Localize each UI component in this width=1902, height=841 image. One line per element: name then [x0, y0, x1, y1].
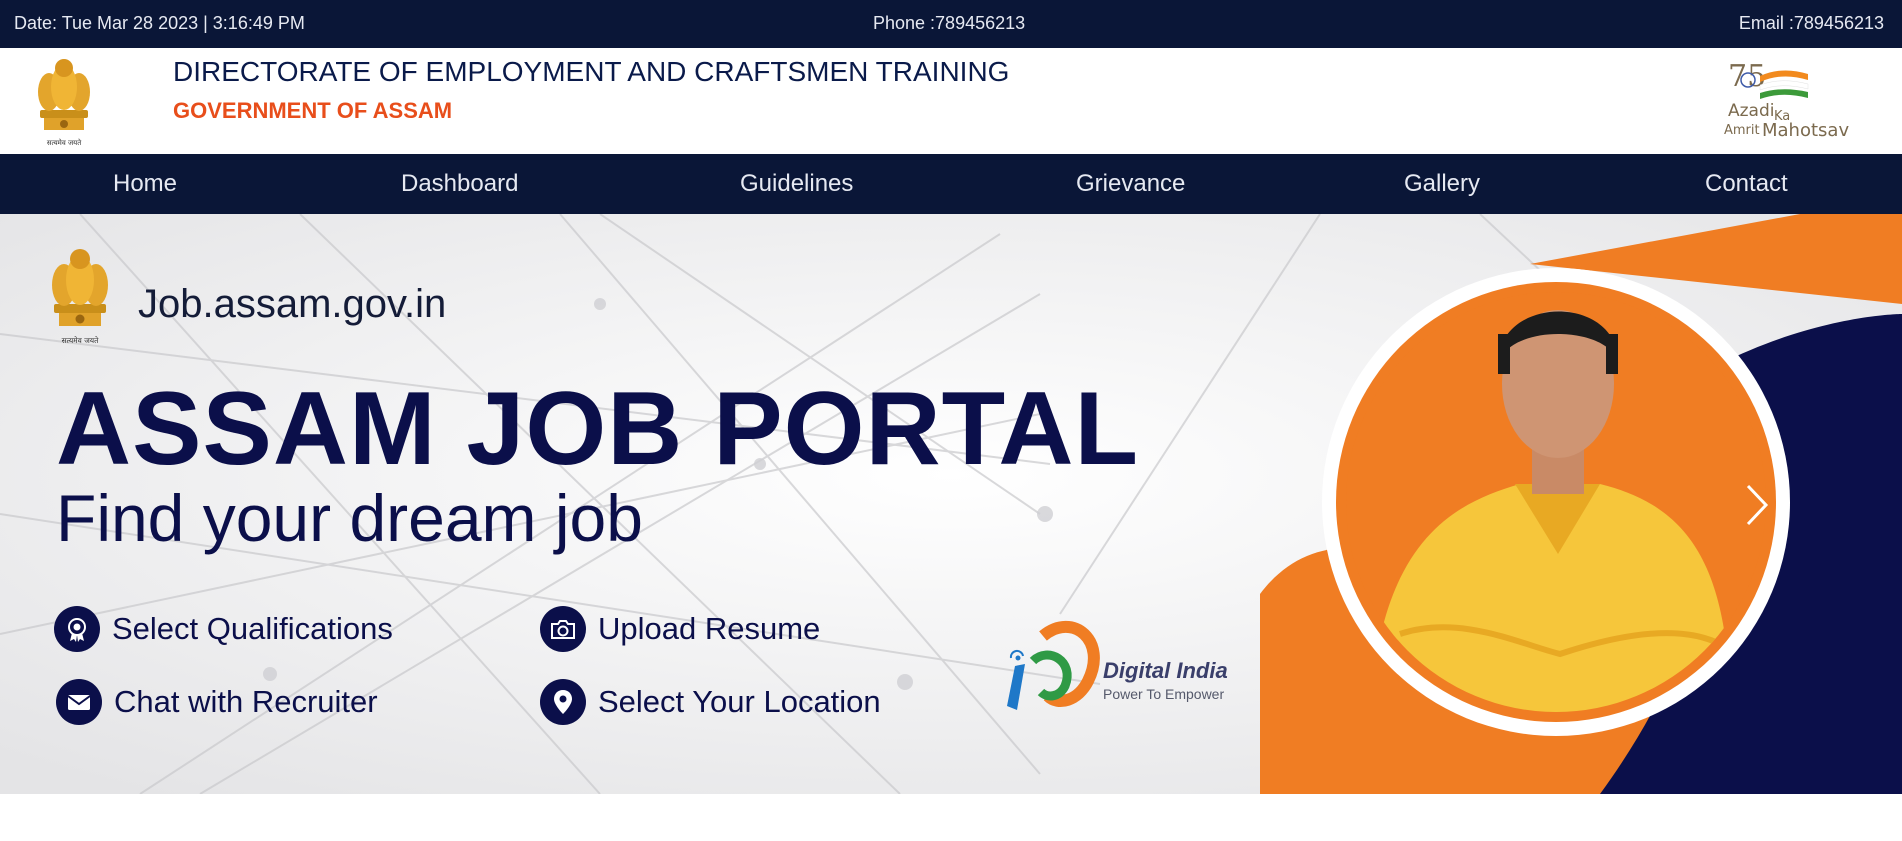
main-navigation: Home Dashboard Guidelines Grievance Gall…	[0, 154, 1902, 214]
hero-banner-slide: सत्यमेव जयते Job.assam.gov.in ASSAM JOB …	[0, 214, 1902, 794]
digital-india-logo: Digital India Power To Empower	[1003, 606, 1233, 726]
top-info-bar: Date: Tue Mar 28 2023 | 3:16:49 PM Phone…	[0, 0, 1902, 48]
banner-emblem-caption: सत्यमेव जयते	[62, 336, 100, 345]
emblem-caption: सत्यमेव जयते	[47, 138, 82, 147]
award-badge-icon	[54, 606, 100, 652]
location-pin-icon	[540, 679, 586, 725]
government-subtitle: GOVERNMENT OF ASSAM	[173, 98, 453, 123]
feature-label: Upload Resume	[598, 611, 821, 646]
nav-dashboard[interactable]: Dashboard	[401, 154, 518, 214]
directorate-title: DIRECTORATE OF EMPLOYMENT AND CRAFTSMEN …	[173, 56, 1010, 87]
feature-upload-resume[interactable]: Upload Resume	[540, 604, 820, 654]
banner-emblem-icon: सत्यमेव जयते	[52, 249, 108, 345]
banner-portrait-graphic	[1260, 214, 1902, 794]
mail-icon	[56, 679, 102, 725]
svg-text:Azadi: Azadi	[1728, 101, 1774, 121]
site-header: सत्यमेव जयते DIRECTORATE OF EMPLOYMENT A…	[0, 48, 1902, 154]
digital-india-subtitle: Power To Empower	[1103, 686, 1225, 702]
site-url-text: Job.assam.gov.in	[138, 282, 447, 326]
svg-text:Amrit: Amrit	[1724, 123, 1760, 138]
nav-guidelines[interactable]: Guidelines	[740, 154, 853, 214]
hero-tagline: Find your dream job	[56, 481, 643, 555]
digital-india-mark-icon	[1007, 620, 1100, 710]
feature-select-location[interactable]: Select Your Location	[540, 677, 881, 727]
nav-grievance[interactable]: Grievance	[1076, 154, 1185, 214]
feature-label: Select Qualifications	[112, 611, 393, 646]
nav-gallery[interactable]: Gallery	[1404, 154, 1480, 214]
hero-heading: ASSAM JOB PORTAL	[56, 371, 1140, 487]
date-time-text: Date: Tue Mar 28 2023 | 3:16:49 PM	[14, 13, 305, 33]
email-text: Email :789456213	[1738, 13, 1884, 33]
feature-select-qualifications[interactable]: Select Qualifications	[54, 604, 393, 654]
feature-label: Select Your Location	[598, 684, 881, 719]
svg-text:Mahotsav: Mahotsav	[1762, 120, 1849, 141]
camera-icon	[540, 606, 586, 652]
carousel-next-arrow[interactable]	[1744, 482, 1770, 528]
digital-india-title: Digital India	[1103, 658, 1228, 683]
nav-home[interactable]: Home	[113, 154, 177, 214]
phone-text: Phone :789456213	[873, 13, 1026, 33]
azadi-ka-amrit-mahotsav-logo: 75 Azadi Ka Amrit Mahotsav	[1724, 59, 1849, 141]
feature-chat-with-recruiter[interactable]: Chat with Recruiter	[56, 677, 378, 727]
feature-label: Chat with Recruiter	[114, 684, 378, 719]
national-emblem-icon: सत्यमेव जयते	[38, 59, 90, 147]
nav-contact[interactable]: Contact	[1705, 154, 1788, 214]
